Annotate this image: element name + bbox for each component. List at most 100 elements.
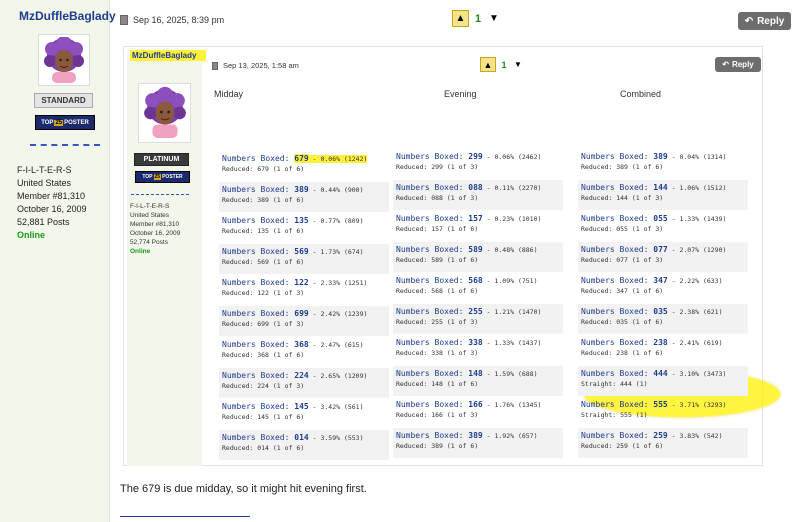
percentage-text: - 3.59% (553) [308, 434, 364, 442]
boxed-number: 389 [468, 431, 483, 440]
cell-main-line: Numbers Boxed: 166 - 1.76% (1345) [396, 400, 563, 410]
percentage-text: - 0.04% (1314) [667, 153, 727, 161]
numbers-boxed-label: Numbers Boxed: [581, 338, 649, 347]
table-cell-evening: Numbers Boxed: 589 - 0.48% (886) Reduced:… [393, 242, 563, 272]
quoted-poster-sidebar: PLATINUM TOP 25 POSTER [127, 53, 202, 466]
quoted-username-link[interactable]: MzDuffleBaglady [130, 50, 206, 61]
quoted-poster-online-status: Online [130, 248, 151, 255]
cell-main-line: Numbers Boxed: 255 - 1.21% (1470) [396, 307, 563, 317]
cell-sub-line: Straight: 444 (1) [581, 380, 648, 388]
quoted-avatar-image [143, 86, 186, 139]
quoted-upvote-button[interactable]: ▲ [480, 57, 496, 72]
boxed-number: 148 [468, 369, 483, 378]
badge-number-text: 25 [54, 119, 64, 126]
quoted-poster-country: United States [130, 212, 170, 219]
numbers-boxed-label: Numbers Boxed: [581, 214, 649, 223]
numbers-boxed-label: Numbers Boxed: [222, 216, 290, 225]
cell-sub-line: Reduced: 368 (1 of 6) [222, 351, 305, 359]
table-cell-evening: Numbers Boxed: 166 - 1.76% (1345) Reduced… [393, 397, 563, 427]
poster-info: F-I-L-T-E-R-S United States Member #81,3… [17, 164, 87, 242]
percentage-text: - 3.42% (561) [308, 403, 364, 411]
boxed-number: 077 [653, 245, 668, 254]
cell-main-line: Numbers Boxed: 389 - 1.92% (657) [396, 431, 563, 441]
reply-button[interactable]: ↶ Reply [738, 12, 791, 30]
percentage-text: - 1.76% (1345) [482, 401, 542, 409]
quoted-badge-top-text: TOP [142, 174, 153, 180]
boxed-number: 389 [294, 185, 309, 194]
percentage-text: - 1.33% (1439) [667, 215, 727, 223]
signature-divider [120, 516, 250, 517]
boxed-number: 238 [653, 338, 668, 347]
numbers-boxed-label: Numbers Boxed: [222, 402, 290, 411]
boxed-number: 299 [468, 152, 483, 161]
post-date-text: Sep 16, 2025, 8:39 pm [133, 15, 225, 25]
poster-username-link[interactable]: MzDuffleBaglady [19, 9, 116, 23]
boxed-number: 679 [294, 154, 309, 163]
quoted-poster-join-date: October 16, 2009 [130, 230, 181, 237]
percentage-text: - 2.33% (1251) [308, 279, 368, 287]
cell-sub-line: Reduced: 679 (1 of 6) [222, 165, 305, 173]
table-cell-evening: Numbers Boxed: 299 - 0.06% (2462) Reduced… [393, 149, 563, 179]
percentage-text: - 2.22% (633) [667, 277, 723, 285]
cell-sub-line: Reduced: 389 (1 of 6) [222, 196, 305, 204]
cell-sub-line: Reduced: 157 (1 of 6) [396, 225, 479, 233]
cell-sub-line: Reduced: 568 (1 of 6) [396, 287, 479, 295]
numbers-boxed-label: Numbers Boxed: [581, 307, 649, 316]
numbers-boxed-label: Numbers Boxed: [222, 247, 290, 256]
table-cell-midday: Numbers Boxed: 014 - 3.59% (553) Reduced:… [219, 430, 389, 460]
column-header-evening: Evening [444, 89, 477, 99]
percentage-text: - 1.09% (751) [482, 277, 538, 285]
cell-sub-line: Reduced: 238 (1 of 6) [581, 349, 664, 357]
numbers-boxed-label: Numbers Boxed: [222, 309, 290, 318]
reply-label: Reply [757, 15, 785, 27]
boxed-number: 224 [294, 371, 309, 380]
boxed-number: 135 [294, 216, 309, 225]
top-poster-badge: TOP 25 POSTER [35, 115, 95, 130]
boxed-number: 569 [294, 247, 309, 256]
boxed-number: 157 [468, 214, 483, 223]
cell-main-line: Numbers Boxed: 444 - 3.10% (3473) [581, 369, 748, 379]
cell-sub-line: Reduced: 122 (1 of 3) [222, 289, 305, 297]
cell-main-line: Numbers Boxed: 568 - 1.09% (751) [396, 276, 563, 286]
numbers-boxed-label: Numbers Boxed: [396, 183, 464, 192]
badge-top-text: TOP [41, 119, 54, 126]
quoted-post: PLATINUM TOP 25 POSTER MzDuffleBaglady F-I… [123, 46, 780, 466]
quoted-poster-post-count: 52,774 Posts [130, 239, 168, 246]
table-cell-midday: Numbers Boxed: 122 - 2.33% (1251) Reduced… [219, 275, 389, 305]
upvote-button[interactable]: ▲ [452, 10, 469, 27]
table-cell-midday: Numbers Boxed: 389 - 0.44% (900) Reduced:… [219, 182, 389, 212]
cell-main-line: Numbers Boxed: 144 - 1.06% (1512) [581, 183, 748, 193]
post-document-icon [120, 15, 128, 25]
percentage-text: - 2.47% (615) [308, 341, 364, 349]
table-cell-midday: Numbers Boxed: 679 - 0.06% (1242) Reduced… [219, 151, 389, 181]
boxed-number: 035 [653, 307, 668, 316]
cell-main-line: Numbers Boxed: 077 - 2.07% (1290) [581, 245, 748, 255]
quoted-vote-count: 1 [501, 59, 507, 70]
cell-main-line: Numbers Boxed: 259 - 3.83% (542) [581, 431, 748, 441]
quoted-downvote-button[interactable]: ▼ [512, 60, 524, 69]
table-cell-combined: Numbers Boxed: 347 - 2.22% (633) Reduced:… [578, 273, 748, 303]
quoted-rank-badge: PLATINUM [134, 153, 189, 166]
table-cell-midday: Numbers Boxed: 224 - 2.65% (1209) Reduced… [219, 368, 389, 398]
cell-main-line: Numbers Boxed: 014 - 3.59% (553) [222, 433, 389, 443]
boxed-number: 014 [294, 433, 309, 442]
cell-sub-line: Reduced: 166 (1 of 3) [396, 411, 479, 419]
post-vote-control: ▲ 1 ▼ [452, 10, 501, 27]
boxed-number: 122 [294, 278, 309, 287]
boxed-number: 088 [468, 183, 483, 192]
quoted-poster-avatar[interactable] [138, 83, 191, 143]
percentage-text: - 1.73% (674) [308, 248, 364, 256]
quoted-document-icon [212, 61, 218, 70]
poster-avatar[interactable] [38, 34, 90, 86]
column-header-midday: Midday [214, 89, 244, 99]
quoted-reply-label: Reply [731, 60, 754, 69]
numbers-boxed-label: Numbers Boxed: [222, 278, 290, 287]
percentage-text: - 1.06% (1512) [667, 184, 727, 192]
quoted-reply-button[interactable]: ↶ Reply [715, 57, 761, 72]
downvote-button[interactable]: ▼ [487, 13, 501, 24]
cell-sub-line: Reduced: 259 (1 of 6) [581, 442, 664, 450]
cell-sub-line: Reduced: 014 (1 of 6) [222, 444, 305, 452]
cell-sub-line: Reduced: 224 (1 of 3) [222, 382, 305, 390]
numbers-boxed-label: Numbers Boxed: [396, 245, 464, 254]
numbers-boxed-label: Numbers Boxed: [581, 183, 649, 192]
